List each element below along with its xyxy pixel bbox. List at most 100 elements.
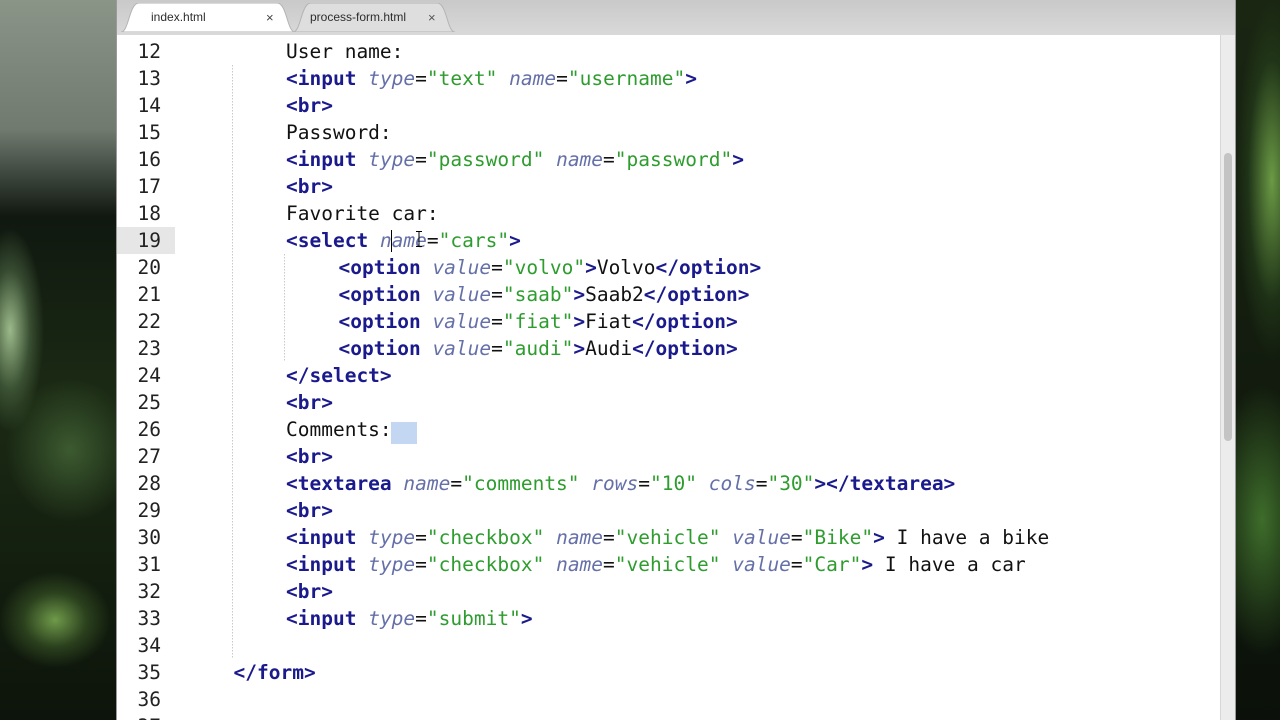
code-attribute-token: type [368, 526, 416, 549]
code-line[interactable]: 12 User name: [117, 38, 1220, 65]
code-operator-token: = [603, 148, 615, 171]
code-attribute-token: value [732, 553, 791, 576]
code-operator-token: = [426, 229, 439, 252]
code-string-token: "10" [650, 472, 697, 495]
code-tag-token: <select [286, 229, 369, 252]
tab-process-form-html[interactable]: process-form.html × [293, 3, 455, 32]
code-attribute-token: value [432, 310, 492, 333]
code-line[interactable]: 16 <input type="password" name="password"… [117, 146, 1220, 173]
code-line[interactable]: 26 Comments: [117, 416, 1220, 443]
code-tag-token: <br> [286, 391, 333, 414]
code-tag-token: ></textarea> [814, 472, 956, 495]
code-string-token: "30" [767, 472, 815, 495]
code-line[interactable]: 28 <textarea name="comments" rows="10" co… [117, 470, 1220, 497]
code-string-token: "Car" [802, 553, 862, 576]
code-line[interactable]: 33 <input type="submit"> [117, 605, 1220, 632]
code-line[interactable]: 21 <option value="saab">Saab2</option> [117, 281, 1220, 308]
line-number: 26 [137, 418, 161, 441]
scrollbar-thumb[interactable] [1224, 153, 1232, 441]
line-code: <select name="cars"> [286, 227, 521, 254]
code-line[interactable]: 27 <br> [117, 443, 1220, 470]
line-number: 18 [137, 202, 161, 225]
code-line[interactable]: 22 <option value="fiat">Fiat</option> [117, 308, 1220, 335]
code-attribute-token: name [509, 67, 557, 90]
code-operator-token: = [790, 526, 803, 549]
line-number: 24 [137, 364, 161, 387]
code-line[interactable]: 24 </select> [117, 362, 1220, 389]
code-tag-token: <textarea [286, 472, 392, 495]
code-line[interactable]: 30 <input type="checkbox" name="vehicle" … [117, 524, 1220, 551]
code-line[interactable]: 17 <br> [117, 173, 1220, 200]
line-number: 31 [137, 553, 161, 576]
code-line[interactable]: 18 Favorite car: [117, 200, 1220, 227]
code-tag-token: <br> [286, 175, 333, 198]
code-line[interactable]: 35 </form> [117, 659, 1220, 686]
code-attribute-token: type [368, 553, 416, 576]
tab-label: process-form.html [310, 10, 407, 24]
code-tag-token: > [861, 553, 874, 576]
code-operator-token: = [415, 607, 427, 630]
code-tag-token: > [509, 229, 521, 252]
code-attribute-token: type [368, 148, 416, 171]
line-code: <input type="password" name="password"> [286, 146, 744, 173]
code-line[interactable]: 15 Password: [117, 119, 1220, 146]
code-string-token: "username" [567, 67, 686, 90]
code-line[interactable]: 25 <br> [117, 389, 1220, 416]
code-line[interactable]: 29 <br> [117, 497, 1220, 524]
vertical-scrollbar[interactable] [1220, 35, 1235, 720]
tab-bar: index.html × process-form.html × [117, 0, 1235, 35]
code-attribute-token: cols [708, 472, 756, 495]
code-operator-token: = [415, 148, 427, 171]
close-icon[interactable]: × [266, 3, 274, 32]
code-operator-token: = [755, 472, 768, 495]
code-line[interactable]: 14 <br> [117, 92, 1220, 119]
code-string-token: "cars" [438, 229, 510, 252]
desktop-background-left [0, 0, 118, 720]
tab-index-html[interactable]: index.html × [121, 3, 295, 32]
code-operator-token: = [638, 472, 651, 495]
code-operator-token: = [491, 337, 503, 360]
code-operator-token: = [556, 67, 568, 90]
code-line[interactable]: 32 <br> [117, 578, 1220, 605]
code-line[interactable]: 31 <input type="checkbox" name="vehicle" … [117, 551, 1220, 578]
code-line[interactable]: 37 [117, 713, 1220, 720]
code-text-token: Password: [286, 121, 392, 144]
line-code: Password: [286, 119, 392, 146]
code-attribute-token: name [403, 472, 451, 495]
line-code: </select> [286, 362, 392, 389]
code-string-token: "text" [426, 67, 498, 90]
line-number: 23 [137, 337, 161, 360]
code-line[interactable]: 36 [117, 686, 1220, 713]
code-attribute-token: name [556, 148, 604, 171]
code-line[interactable]: 23 <option value="audi">Audi</option> [117, 335, 1220, 362]
code-operator-token: = [603, 553, 615, 576]
code-attribute-token: value [432, 337, 492, 360]
code-tag-token: <input [286, 526, 357, 549]
code-line[interactable]: 19 <select name="cars"> [117, 227, 1220, 444]
desktop-background-right [1232, 0, 1280, 720]
code-line[interactable]: 20 <option value="volvo">Volvo</option> [117, 254, 1220, 281]
code-operator-token: = [415, 526, 427, 549]
code-editor[interactable]: 12 User name: 13 <input type="text" name="u… [117, 35, 1220, 720]
code-tag-token: > [573, 310, 586, 333]
code-tag-token: </option> [632, 337, 738, 360]
text-caret [390, 230, 392, 252]
code-string-token: "saab" [502, 283, 574, 306]
line-number: 35 [137, 661, 161, 684]
code-string-token: "checkbox" [426, 526, 545, 549]
editor-window: index.html × process-form.html × 12 User … [116, 0, 1236, 720]
line-code: <input type="submit"> [286, 605, 533, 632]
code-operator-token: = [415, 67, 427, 90]
code-line[interactable]: 13 <input type="text" name="username"> [117, 65, 1220, 92]
close-icon[interactable]: × [428, 3, 436, 32]
code-line[interactable]: 34 [117, 632, 1220, 659]
line-code: <br> [286, 173, 333, 200]
line-code: <br> [286, 443, 333, 470]
